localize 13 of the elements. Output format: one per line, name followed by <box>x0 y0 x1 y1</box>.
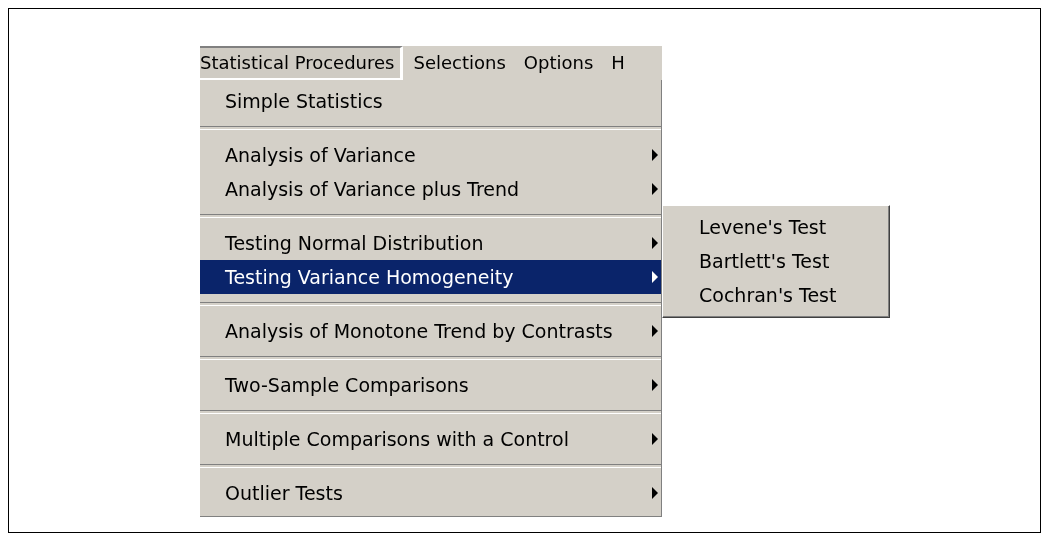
menu-item[interactable]: Analysis of Variance plus Trend <box>200 172 661 206</box>
menu-item[interactable]: Multiple Comparisons with a Control <box>200 422 661 456</box>
submenu-item[interactable]: Bartlett's Test <box>663 244 889 278</box>
submenu-item[interactable]: Levene's Test <box>663 210 889 244</box>
menu-item[interactable]: Two-Sample Comparisons <box>200 368 661 402</box>
submenu-item[interactable]: Cochran's Test <box>663 278 889 312</box>
menu-title[interactable]: Statistical Procedures <box>200 46 404 80</box>
menu-item[interactable]: Testing Variance Homogeneity <box>200 260 661 294</box>
menu-item[interactable]: Testing Normal Distribution <box>200 226 661 260</box>
menu-item[interactable]: Outlier Tests <box>200 476 661 510</box>
menu-item[interactable]: Analysis of Monotone Trend by Contrasts <box>200 314 661 348</box>
menu-item[interactable]: Simple Statistics <box>200 84 661 118</box>
menu-item[interactable]: Analysis of Variance <box>200 138 661 172</box>
